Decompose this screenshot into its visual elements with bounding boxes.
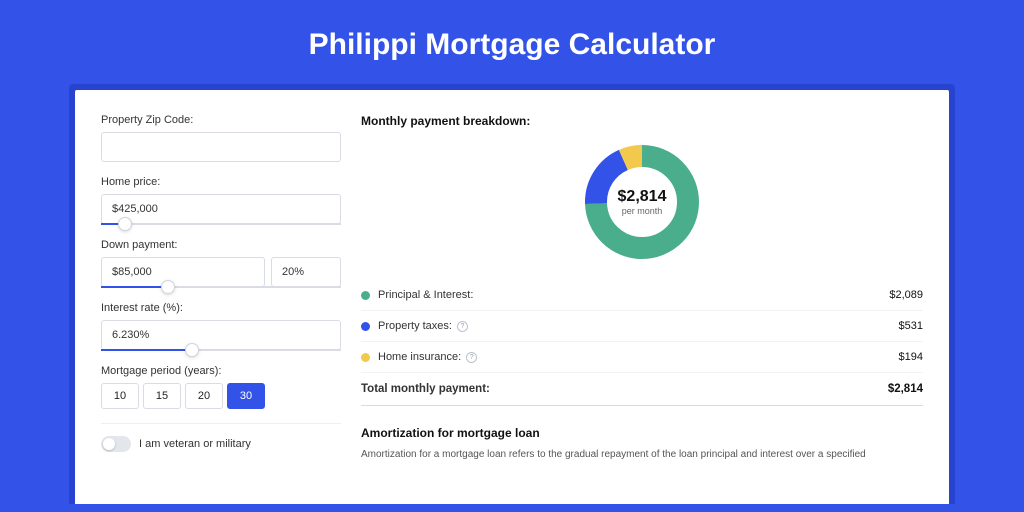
panel-shadow: Property Zip Code: Home price: Down paym… [69, 84, 955, 504]
period-field: Mortgage period (years): 10 15 20 30 [101, 365, 341, 409]
donut-container: $2,814 per month [361, 138, 923, 280]
period-15[interactable]: 15 [143, 383, 181, 409]
interest-rate-input[interactable] [101, 320, 341, 350]
line-insurance: Home insurance: ? $194 [361, 342, 923, 373]
veteran-toggle[interactable] [101, 436, 131, 452]
divider [101, 423, 341, 424]
home-price-label: Home price: [101, 176, 341, 188]
dot-insurance [361, 353, 370, 362]
period-30[interactable]: 30 [227, 383, 265, 409]
amortization-text: Amortization for a mortgage loan refers … [361, 448, 923, 462]
dot-principal [361, 291, 370, 300]
info-icon[interactable]: ? [466, 352, 477, 363]
down-payment-pct-input[interactable] [271, 257, 341, 287]
name-total: Total monthly payment: [361, 383, 490, 395]
down-payment-label: Down payment: [101, 239, 341, 251]
donut-value: $2,814 [618, 188, 667, 206]
amortization-section: Amortization for mortgage loan Amortizat… [361, 426, 923, 462]
zip-input[interactable] [101, 132, 341, 162]
line-total: Total monthly payment: $2,814 [361, 373, 923, 406]
dot-taxes [361, 322, 370, 331]
name-principal: Principal & Interest: [378, 289, 473, 301]
interest-rate-field: Interest rate (%): [101, 302, 341, 351]
period-10[interactable]: 10 [101, 383, 139, 409]
home-price-input[interactable] [101, 194, 341, 224]
page-title: Philippi Mortgage Calculator [0, 28, 1024, 62]
donut-chart: $2,814 per month [582, 142, 702, 262]
amortization-title: Amortization for mortgage loan [361, 426, 923, 440]
amt-insurance: $194 [899, 351, 923, 363]
amt-total: $2,814 [888, 383, 923, 395]
zip-field: Property Zip Code: [101, 114, 341, 162]
period-options: 10 15 20 30 [101, 383, 341, 409]
line-taxes: Property taxes: ? $531 [361, 311, 923, 342]
info-icon[interactable]: ? [457, 321, 468, 332]
results-column: Monthly payment breakdown: $2,814 per mo… [361, 114, 923, 504]
breakdown-title: Monthly payment breakdown: [361, 114, 923, 128]
name-insurance: Home insurance: [378, 351, 461, 363]
home-price-field: Home price: [101, 176, 341, 225]
home-price-slider[interactable] [101, 223, 341, 225]
zip-label: Property Zip Code: [101, 114, 341, 126]
interest-rate-label: Interest rate (%): [101, 302, 341, 314]
veteran-label: I am veteran or military [139, 438, 251, 450]
period-20[interactable]: 20 [185, 383, 223, 409]
amt-principal: $2,089 [889, 289, 923, 301]
line-principal: Principal & Interest: $2,089 [361, 280, 923, 311]
down-payment-slider[interactable] [101, 286, 341, 288]
donut-sub: per month [622, 206, 663, 216]
amt-taxes: $531 [899, 320, 923, 332]
down-payment-input[interactable] [101, 257, 265, 287]
period-label: Mortgage period (years): [101, 365, 341, 377]
inputs-column: Property Zip Code: Home price: Down paym… [101, 114, 341, 504]
calculator-panel: Property Zip Code: Home price: Down paym… [75, 90, 949, 504]
interest-rate-slider[interactable] [101, 349, 341, 351]
veteran-row: I am veteran or military [101, 436, 341, 452]
name-taxes: Property taxes: [378, 320, 452, 332]
down-payment-field: Down payment: [101, 239, 341, 288]
